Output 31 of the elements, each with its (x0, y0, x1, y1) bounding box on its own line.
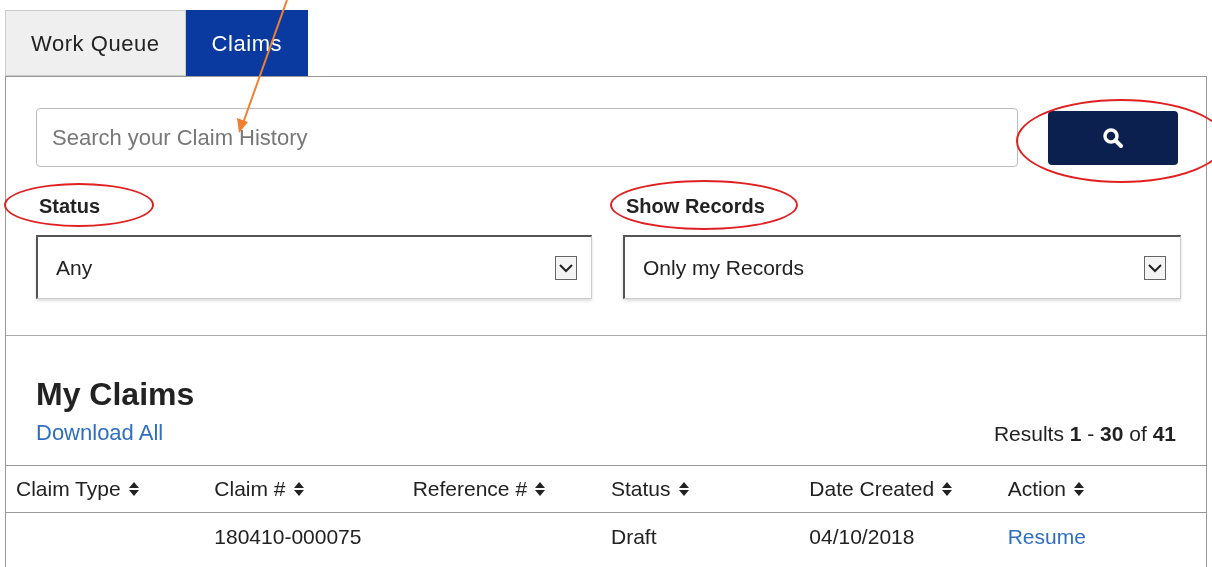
sort-icon[interactable] (293, 481, 304, 497)
search-field[interactable]: Search your Claim History (36, 108, 1019, 167)
column-header[interactable]: Claim Type (16, 473, 121, 505)
table-cell: 180410-000075 (214, 525, 362, 549)
search-button[interactable] (1048, 110, 1178, 165)
sort-icon[interactable] (535, 481, 546, 497)
tab[interactable]: Work Queue (5, 10, 186, 76)
section-title: My Claims (36, 375, 196, 414)
search-icon (1102, 126, 1125, 149)
dropdown-caret-icon[interactable] (1144, 255, 1166, 280)
sort-icon[interactable] (678, 481, 689, 497)
column-header[interactable]: Reference # (412, 473, 528, 505)
sort-icon[interactable] (942, 481, 953, 497)
download-all-link[interactable]: Download All (36, 416, 164, 449)
column-header[interactable]: Claim # (214, 473, 286, 505)
table-cell: 04/10/2018 (809, 525, 915, 549)
sort-icon[interactable] (128, 481, 139, 497)
filter-dropdown[interactable]: Only my Records (623, 235, 1181, 299)
dropdown-value: Only my Records (643, 254, 805, 281)
resume-link[interactable]: Resume (1007, 525, 1086, 549)
column-header[interactable]: Action (1007, 473, 1066, 505)
filter-dropdown[interactable]: Any (36, 235, 592, 299)
filter-label: Show Records (626, 194, 765, 219)
dropdown-value: Any (56, 254, 93, 281)
filter-label: Status (39, 194, 101, 219)
column-header[interactable]: Date Created (809, 473, 935, 505)
sort-icon[interactable] (1074, 481, 1084, 497)
table-cell: Draft (611, 525, 657, 549)
column-header[interactable]: Status (611, 473, 671, 505)
dropdown-caret-icon[interactable] (555, 255, 577, 280)
results-count: Results 1 - 30 of 41 (993, 420, 1176, 447)
